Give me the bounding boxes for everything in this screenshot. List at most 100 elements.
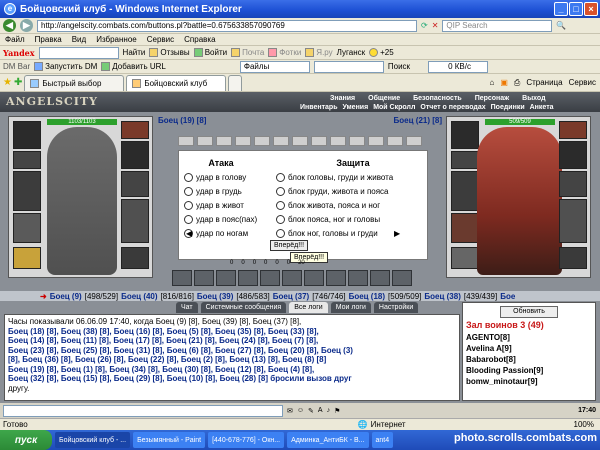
scroll-slot[interactable] bbox=[273, 136, 289, 146]
tab-all-logs[interactable]: Все логи bbox=[289, 302, 328, 313]
player-name[interactable]: Боец (19) [8] bbox=[158, 116, 206, 126]
weather-button[interactable]: +25 bbox=[369, 48, 394, 57]
add-favorite-icon[interactable]: ✚ bbox=[14, 77, 22, 88]
fighter-link[interactable]: Боец (9) bbox=[50, 292, 82, 301]
scroll-slot[interactable] bbox=[216, 136, 232, 146]
attack-legs[interactable]: удар по ногам bbox=[184, 227, 248, 239]
armor-slot[interactable] bbox=[451, 213, 479, 243]
fighter-link[interactable]: Боец (18) bbox=[349, 292, 385, 301]
print-icon[interactable]: ⎙ bbox=[514, 78, 520, 88]
scroll-slot[interactable] bbox=[178, 136, 194, 146]
tab-system-messages[interactable]: Системные сообщения bbox=[200, 302, 287, 313]
nav-security[interactable]: Безопасность bbox=[413, 95, 462, 102]
weapon-slot[interactable] bbox=[13, 171, 41, 211]
maximize-button[interactable]: □ bbox=[569, 2, 583, 16]
helmet-slot[interactable] bbox=[13, 121, 41, 149]
back-button[interactable]: ◀ bbox=[3, 19, 16, 32]
technique-icon[interactable] bbox=[370, 270, 390, 286]
radio[interactable] bbox=[184, 186, 193, 196]
helmet-slot[interactable] bbox=[451, 121, 479, 149]
forward-attack-button[interactable]: Вперёд!!! bbox=[270, 240, 309, 251]
scroll-slot[interactable] bbox=[254, 136, 270, 146]
radio[interactable] bbox=[276, 200, 285, 210]
scroll-slot[interactable] bbox=[368, 136, 384, 146]
chevron-right-icon[interactable]: ▶ bbox=[394, 229, 400, 238]
files-select[interactable]: Файлы bbox=[239, 60, 310, 73]
zoom-level[interactable]: 100% bbox=[574, 420, 600, 429]
forward-button[interactable]: ▶ bbox=[20, 19, 33, 32]
fighter-link[interactable]: Бое bbox=[500, 292, 515, 301]
nav-knowledge[interactable]: Знания bbox=[330, 95, 355, 102]
clear-icon[interactable]: ✎ bbox=[308, 407, 314, 415]
nav-character[interactable]: Персонаж bbox=[475, 95, 509, 102]
task-ant[interactable]: ant4 bbox=[371, 432, 394, 448]
filter-icon[interactable]: ⚑ bbox=[334, 407, 340, 415]
sound-icon[interactable]: ♪ bbox=[327, 407, 331, 414]
radio[interactable] bbox=[276, 228, 285, 238]
amulet-slot[interactable] bbox=[13, 151, 41, 169]
add-url-button[interactable]: Добавить URL bbox=[101, 62, 166, 71]
radio[interactable] bbox=[276, 186, 285, 196]
favorites-star-icon[interactable]: ★ bbox=[3, 77, 12, 88]
technique-icon[interactable] bbox=[348, 270, 368, 286]
defense-4[interactable]: блок пояса, ног и головы bbox=[276, 213, 380, 225]
armor-slot[interactable] bbox=[13, 213, 41, 243]
radio[interactable] bbox=[276, 214, 285, 224]
nav-scroll[interactable]: Мой Скролл bbox=[373, 104, 415, 111]
boots-slot[interactable] bbox=[559, 247, 587, 269]
menu-tools[interactable]: Сервис bbox=[147, 35, 174, 44]
technique-icon[interactable] bbox=[260, 270, 280, 286]
menu-favorites[interactable]: Избранное bbox=[96, 35, 137, 44]
chat-input[interactable] bbox=[3, 404, 283, 417]
reviews-button[interactable]: Отзывы bbox=[149, 48, 190, 57]
scroll-slot[interactable] bbox=[197, 136, 213, 146]
player-list-item[interactable]: AGENTO[8] bbox=[466, 332, 592, 343]
new-tab[interactable] bbox=[228, 75, 243, 91]
attack-belly[interactable]: удар в живот bbox=[184, 199, 244, 211]
nav-skills[interactable]: Умения bbox=[343, 104, 369, 111]
technique-icon[interactable] bbox=[392, 270, 412, 286]
tab-settings[interactable]: Настройки bbox=[373, 302, 419, 313]
tab-chat[interactable]: Чат bbox=[176, 302, 198, 313]
opponent-name[interactable]: Боец (21) [8] bbox=[394, 116, 442, 126]
feeds-icon[interactable]: ▣ bbox=[500, 78, 508, 88]
page-menu[interactable]: Страница bbox=[526, 78, 562, 88]
defense-3[interactable]: блок живота, пояса и ног bbox=[276, 199, 380, 211]
chevron-left-icon[interactable]: ◀ bbox=[186, 229, 192, 238]
task-paint[interactable]: Безымянный - Paint bbox=[133, 432, 206, 448]
lugansk-button[interactable]: Луганск bbox=[337, 48, 365, 57]
service-menu[interactable]: Сервис bbox=[569, 78, 596, 88]
technique-icon[interactable] bbox=[216, 270, 236, 286]
nav-communication[interactable]: Общение bbox=[368, 95, 400, 102]
player-list-item[interactable]: Babarobot[8] bbox=[466, 354, 592, 365]
pants-slot[interactable] bbox=[121, 199, 149, 243]
ring-slot[interactable] bbox=[559, 121, 587, 139]
nav-profile[interactable]: Анкета bbox=[530, 104, 554, 111]
minimize-button[interactable]: _ bbox=[554, 2, 568, 16]
dm-search-button[interactable]: Поиск bbox=[388, 62, 410, 71]
ring-slot[interactable] bbox=[121, 121, 149, 139]
nav-exit[interactable]: Выход bbox=[522, 95, 545, 102]
fighter-link[interactable]: Боец (37) bbox=[273, 292, 309, 301]
gloves-slot[interactable] bbox=[559, 141, 587, 169]
technique-icon[interactable] bbox=[282, 270, 302, 286]
tab-quick-select[interactable]: Быстрый выбор bbox=[24, 75, 125, 91]
photo-button[interactable]: Фотки bbox=[268, 48, 301, 57]
address-field[interactable]: http://angelscity.combats.com/buttons.pl… bbox=[37, 19, 417, 32]
menu-edit[interactable]: Правка bbox=[35, 35, 62, 44]
task-window[interactable]: [440-678-776] - Окн... bbox=[208, 432, 285, 448]
defense-1[interactable]: блок головы, груди и живота bbox=[276, 171, 393, 183]
attack-head[interactable]: удар в голову bbox=[184, 171, 246, 183]
menu-view[interactable]: Вид bbox=[72, 35, 86, 44]
scroll-slot[interactable] bbox=[330, 136, 346, 146]
scroll-slot[interactable] bbox=[311, 136, 327, 146]
pants-slot[interactable] bbox=[559, 199, 587, 243]
nav-inventory[interactable]: Инвентарь bbox=[300, 104, 338, 111]
attack-groin[interactable]: удар в пояс(пах) bbox=[184, 213, 257, 225]
tab-fight-club[interactable]: Бойцовский клуб bbox=[126, 75, 227, 91]
home-icon[interactable]: ⌂ bbox=[490, 78, 495, 88]
gloves-slot[interactable] bbox=[121, 141, 149, 169]
mail-button[interactable]: Почта bbox=[231, 48, 264, 57]
menu-help[interactable]: Справка bbox=[184, 35, 215, 44]
dm-search-input[interactable] bbox=[313, 60, 384, 73]
